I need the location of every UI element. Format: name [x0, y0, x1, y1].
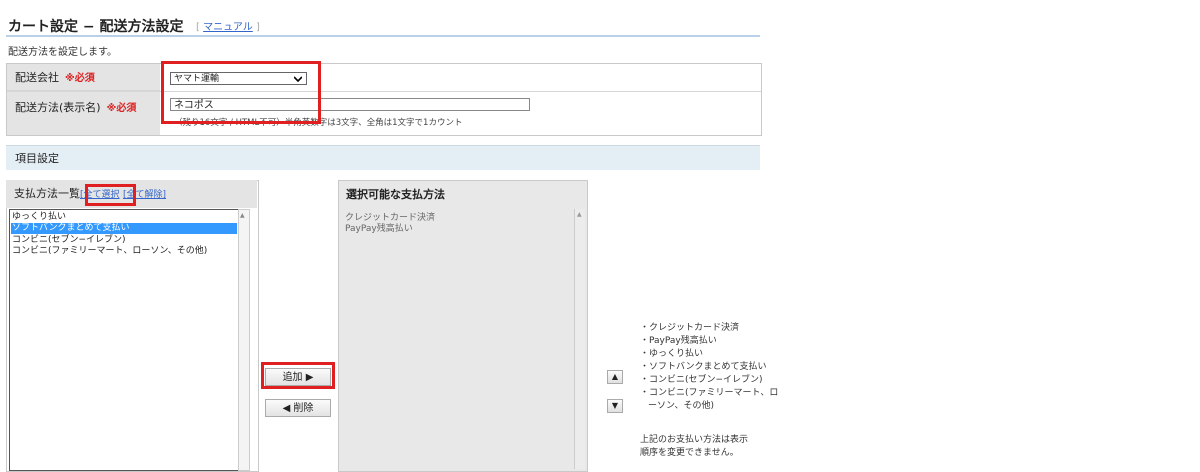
highlight-box-carrier [161, 61, 321, 124]
available-panel-title: 選択可能な支払方法 [346, 188, 445, 201]
highlight-box-select-all [85, 184, 136, 206]
order-item: ーソン、その他) [648, 401, 714, 411]
method-label-cell: 配送方法(表示名) ※必須 [7, 91, 160, 135]
carrier-label-cell: 配送会社 ※必須 [7, 64, 160, 91]
order-note: 上記のお支払い方法は表示 順序を変更できません。 [640, 434, 760, 460]
order-note-line: 上記のお支払い方法は表示 [640, 435, 749, 445]
available-scrollbar[interactable]: ▲ [574, 209, 585, 469]
page-title: カート設定 − 配送方法設定 [8, 19, 184, 35]
listbox-scrollbar[interactable]: ▲ [238, 209, 250, 471]
list-item[interactable]: コンビニ(ファミリーマート、ローソン、その他) [11, 246, 237, 257]
order-item: ・ゆっくり払い [640, 349, 704, 359]
available-item[interactable]: クレジットカード決済 [345, 213, 435, 224]
method-label: 配送方法(表示名) [15, 101, 101, 114]
list-item-selected[interactable]: ソフトバンクまとめて支払い [11, 223, 237, 234]
carrier-label: 配送会社 [15, 71, 59, 84]
list-item[interactable]: コンビニ(セブン−イレブン) [11, 235, 237, 246]
section-header: 項目設定 [6, 145, 760, 170]
manual-link-wrapper: [ マニュアル ] [196, 22, 260, 33]
payment-list-title: 支払方法一覧 [14, 187, 80, 200]
triangle-down-icon[interactable]: ▼ [607, 399, 623, 413]
order-item: ・コンビニ(ファミリーマート、ロ [640, 388, 779, 398]
row-divider [7, 91, 761, 92]
carrier-required: ※必須 [65, 73, 95, 84]
order-note-line: 順序を変更できません。 [640, 448, 739, 458]
page-description: 配送方法を設定します。 [8, 47, 117, 58]
order-item: ・コンビニ(セブン−イレブン) [640, 375, 763, 385]
method-required: ※必須 [106, 103, 137, 114]
manual-link[interactable]: マニュアル [203, 22, 253, 33]
list-item[interactable]: ゆっくり払い [11, 212, 237, 223]
highlight-box-add [261, 362, 335, 389]
scroll-up-icon[interactable]: ▲ [240, 212, 245, 219]
display-order-list: ・クレジットカード決済 ・PayPay残高払い ・ゆっくり払い ・ソフトバンクま… [640, 322, 779, 413]
triangle-up-icon[interactable]: ▲ [607, 370, 623, 384]
order-item: ・ソフトバンクまとめて支払い [640, 362, 767, 372]
order-item: ・PayPay残高払い [640, 336, 717, 346]
remove-button[interactable]: ◀ 削除 [265, 399, 331, 417]
available-item[interactable]: PayPay残高払い [345, 224, 413, 235]
title-divider [6, 35, 760, 37]
order-item: ・クレジットカード決済 [640, 323, 740, 333]
scroll-up-icon[interactable]: ▲ [577, 211, 582, 218]
